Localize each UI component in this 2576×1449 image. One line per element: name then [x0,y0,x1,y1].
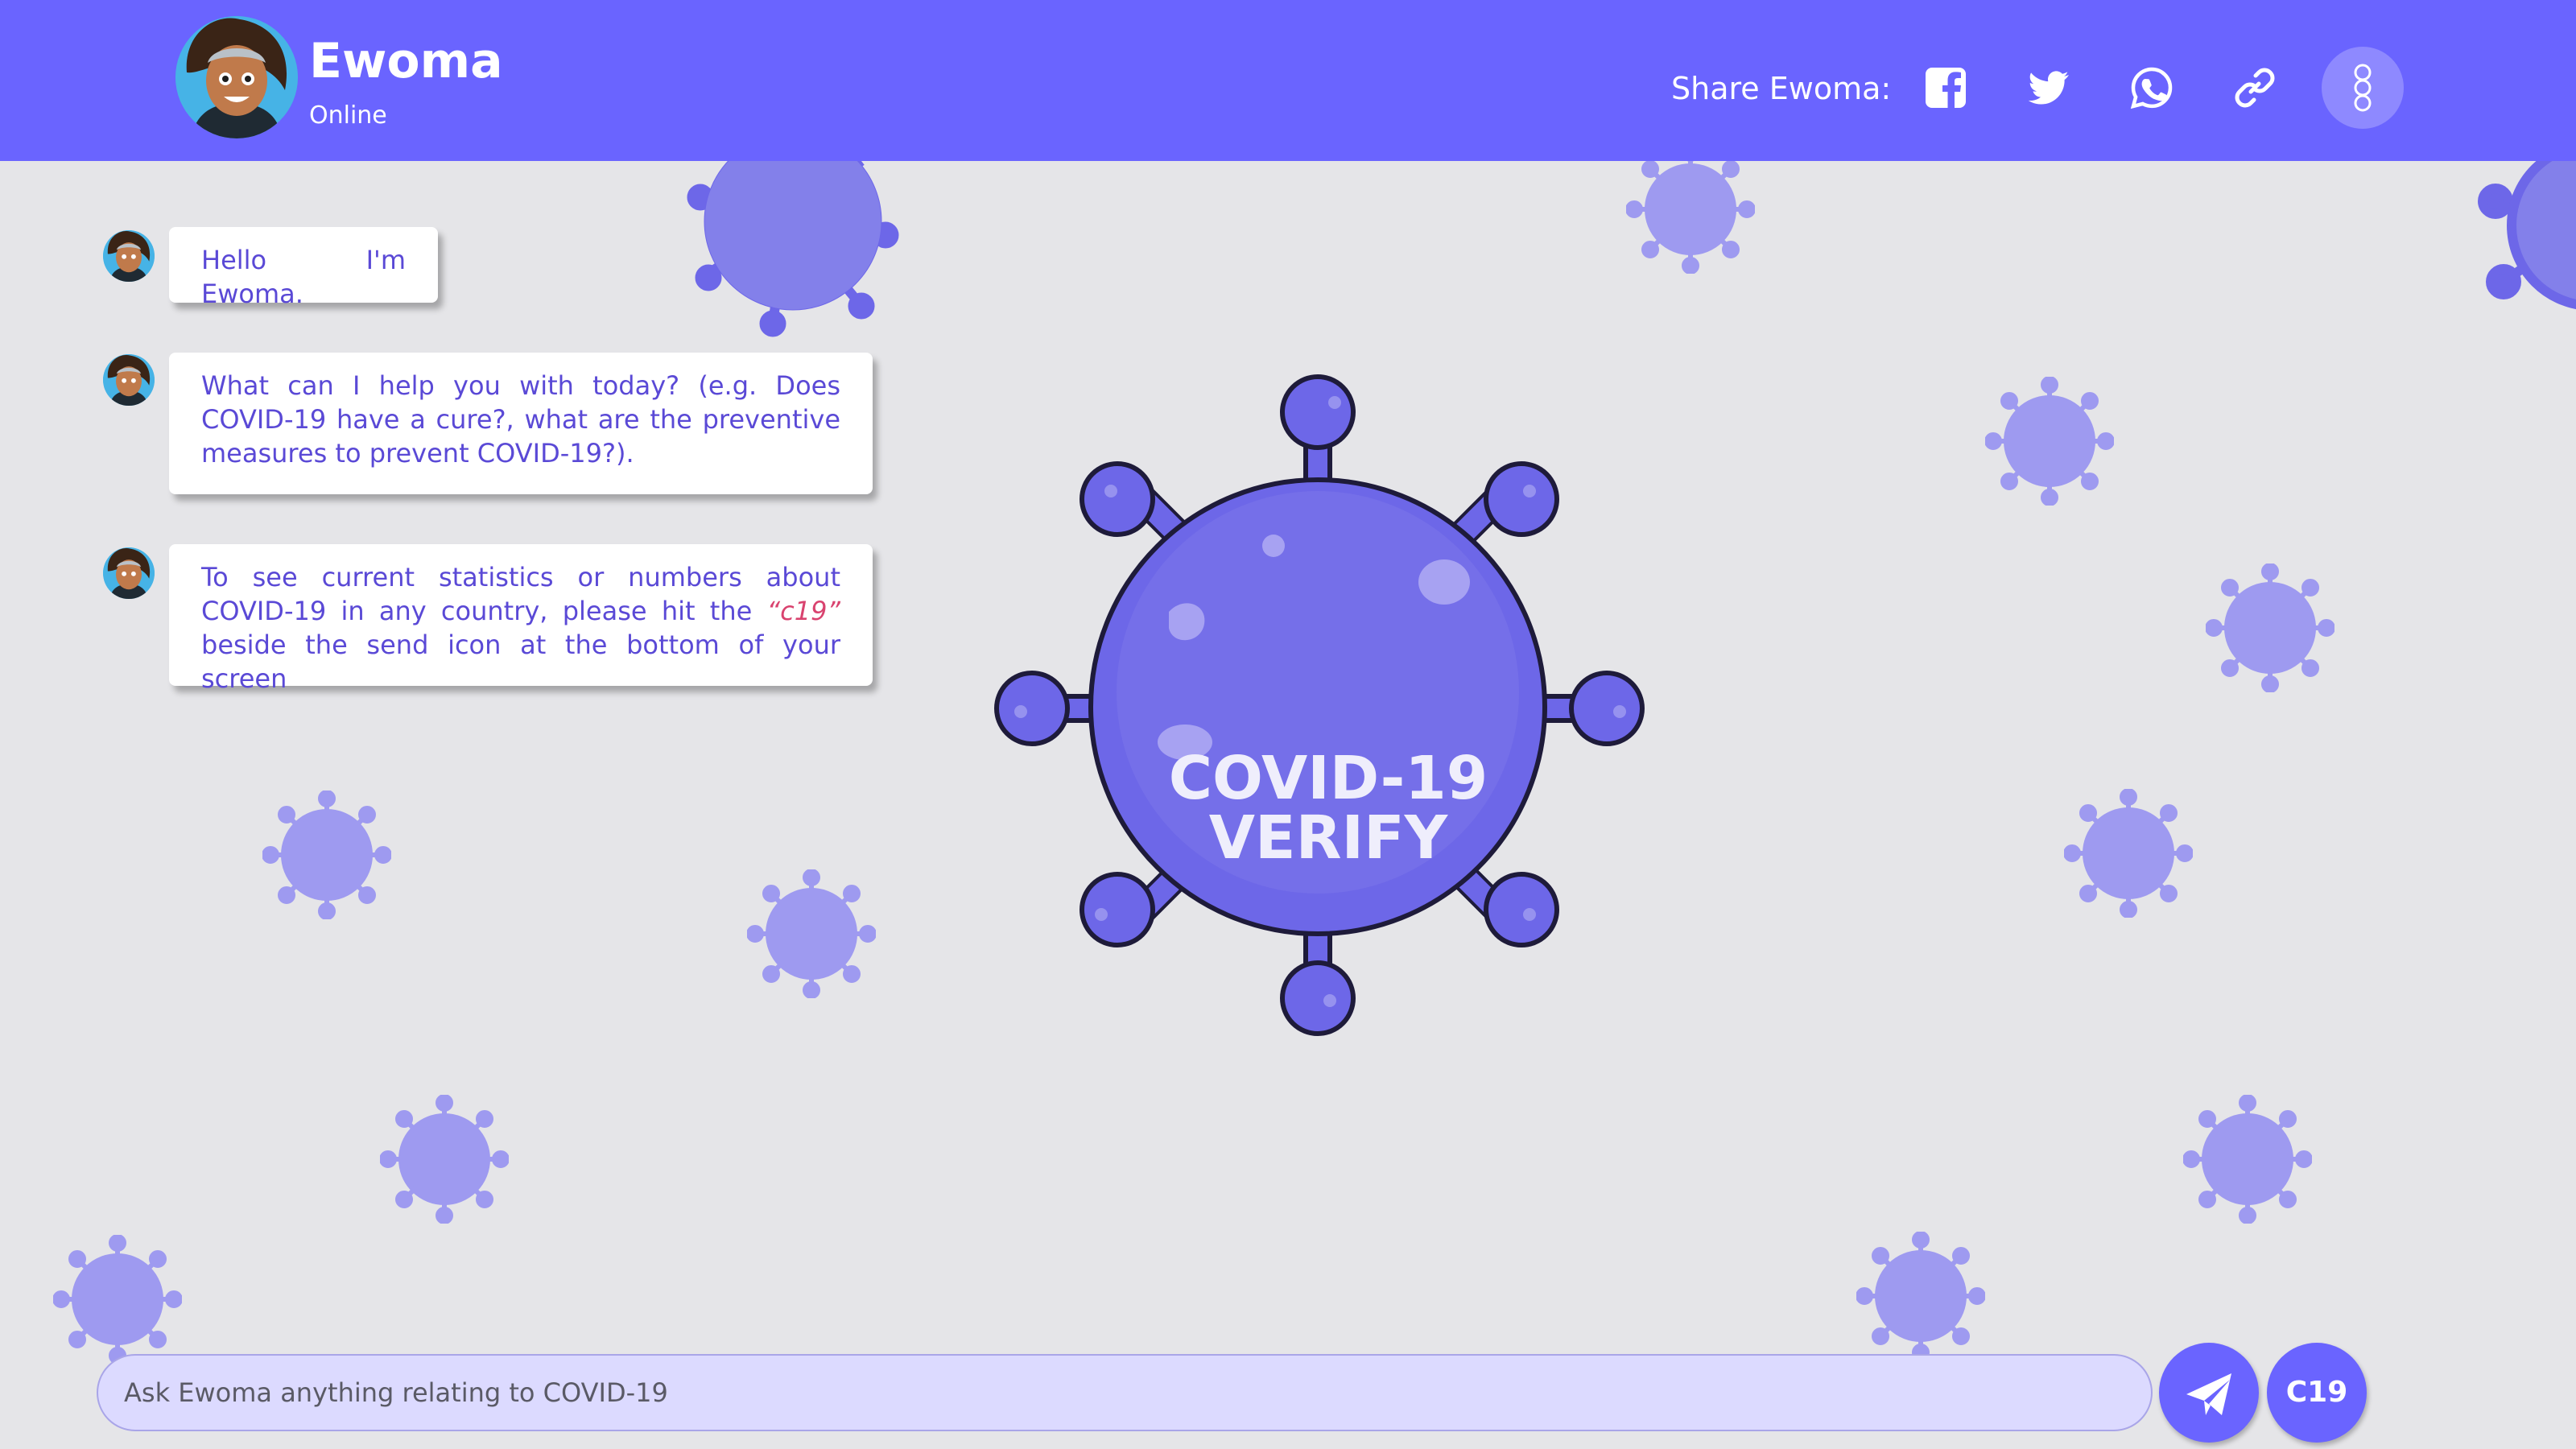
link-icon[interactable] [2231,64,2278,111]
message-bubble: To see current statistics or numbers abo… [169,544,873,694]
send-icon [2186,1373,2231,1415]
share-label: Share Ewoma: [1671,71,1892,106]
message-avatar [103,354,155,406]
message-bubble: What can I help you with today? (e.g. Do… [169,353,873,494]
message-text: Hello I'm Ewoma. [201,245,406,309]
bot-name: Ewoma [309,33,503,89]
virus-decoration-icon [2206,564,2334,692]
avatar-icon [103,547,155,599]
virus-decoration-icon [53,1235,182,1364]
avatar-icon [103,230,155,282]
logo-line-2: VERIFY [1208,803,1448,873]
avatar-icon [103,354,155,406]
message-text: To see current statistics or numbers abo… [201,562,840,626]
virus-decoration-icon [262,791,391,919]
bot-status: Online [309,101,387,130]
c19-highlight: “c19” [766,596,840,626]
message-text: beside the send icon at the bottom of yo… [201,630,840,694]
send-button[interactable] [2159,1343,2259,1443]
virus-decoration-icon [1626,145,1755,274]
menu-button[interactable] [2322,47,2404,129]
logo-title: COVID-19 VERIFY [1063,749,1594,868]
chat-input[interactable] [97,1354,2153,1431]
chat-page: Ewoma Online Share Ewoma: COVID-19 VERIF… [0,0,2576,1449]
whatsapp-icon[interactable] [2128,64,2175,111]
virus-decoration-icon [380,1095,509,1224]
virus-decoration-icon [2064,789,2193,918]
message-avatar [103,547,155,599]
virus-decoration-icon [2183,1095,2312,1224]
virus-decoration-icon [1985,377,2114,506]
virus-decoration-icon [747,869,876,998]
covid-verify-logo [994,374,1645,1036]
more-vertical-icon [2354,64,2372,112]
bot-avatar [175,16,298,138]
twitter-icon[interactable] [2025,64,2072,111]
facebook-icon[interactable] [1922,64,1969,111]
c19-button[interactable]: C19 [2267,1343,2367,1443]
avatar-icon [175,16,298,138]
message-avatar [103,230,155,282]
virus-decoration-icon [1856,1232,1985,1360]
message-text: What can I help you with today? (e.g. Do… [201,370,840,469]
virus-decoration-icon [2478,141,2576,310]
app-header: Ewoma Online Share Ewoma: [0,0,2576,161]
message-bubble: Hello I'm Ewoma. [169,227,438,309]
logo-line-1: COVID-19 [1168,744,1488,813]
